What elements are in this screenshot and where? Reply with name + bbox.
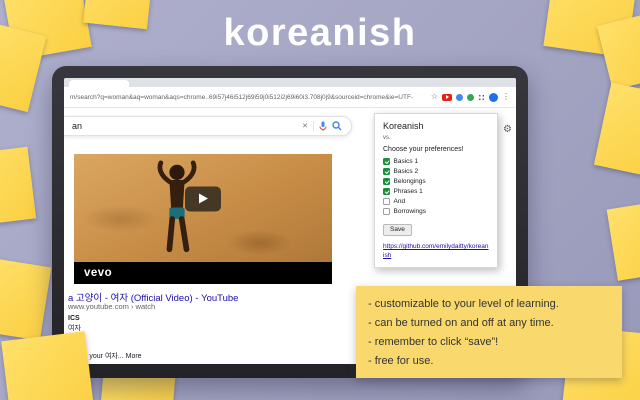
page-title: koreanish: [223, 12, 417, 54]
settings-gear-icon[interactable]: ⚙: [503, 125, 512, 135]
extension-icon-green[interactable]: [467, 93, 474, 101]
search-input[interactable]: an: [66, 121, 297, 131]
clear-search-icon[interactable]: ✕: [302, 123, 308, 130]
option-label: Basics 2: [393, 168, 419, 175]
sticky-note: [0, 146, 37, 226]
option-checkbox-2[interactable]: [383, 178, 390, 185]
snippet-line: ICS: [68, 315, 80, 322]
option-label: Borrowings: [393, 208, 427, 215]
option-label: Phrases 1: [393, 188, 423, 195]
option-label: And: [393, 198, 406, 205]
preference-option: Belongings: [383, 178, 489, 185]
option-checkbox-3[interactable]: [383, 188, 390, 195]
search-icon[interactable]: [332, 121, 342, 131]
preference-option: Basics 1: [383, 158, 489, 165]
preference-option: Borrowings: [383, 208, 489, 215]
extension-icon-blue[interactable]: [456, 93, 463, 101]
play-button-icon[interactable]: [185, 186, 221, 212]
profile-avatar[interactable]: [489, 92, 498, 102]
address-bar[interactable]: m/search?q=woman&aq=woman&aqs=chrome..69…: [70, 94, 427, 101]
option-checkbox-4[interactable]: [383, 198, 390, 205]
feature-line: - can be turned on and off at any time.: [368, 317, 554, 329]
bookmark-star-icon[interactable]: ☆: [431, 93, 438, 101]
google-search-box[interactable]: an ✕: [64, 116, 352, 136]
browser-tabstrip: [64, 78, 516, 87]
extension-popup: Koreanish vs. Choose your preferences! B…: [374, 113, 498, 268]
preference-option: Basics 2: [383, 168, 489, 175]
popup-prompt: Choose your preferences!: [383, 146, 464, 153]
option-checkbox-1[interactable]: [383, 168, 390, 175]
sticky-note: [1, 331, 95, 400]
option-checkbox-0[interactable]: [383, 158, 390, 165]
sticky-note: [606, 201, 640, 281]
popup-title: Koreanish: [383, 121, 424, 131]
video-still: [74, 154, 332, 262]
save-button[interactable]: Save: [383, 223, 412, 236]
result-url: www.youtube.com › watch: [68, 302, 156, 311]
option-label: Belongings: [393, 178, 426, 185]
option-checkbox-5[interactable]: [383, 208, 390, 215]
browser-tab[interactable]: [69, 80, 129, 87]
preference-option: Phrases 1: [383, 188, 489, 195]
mic-icon[interactable]: [319, 121, 327, 132]
apps-grid-icon[interactable]: [478, 93, 485, 101]
browser-menu-icon[interactable]: ⋮: [502, 93, 510, 101]
preference-option: And: [383, 198, 489, 205]
divider: [313, 121, 314, 131]
youtube-extension-icon[interactable]: [442, 93, 452, 101]
popup-version: vs.: [383, 135, 391, 141]
option-label: Basics 1: [393, 158, 419, 165]
vevo-logo: vevo: [84, 267, 113, 279]
github-link[interactable]: https://github.com/emilydaitty/koreanish: [383, 243, 489, 260]
promo-canvas: koreanish m/search?q=woman&aq=woman&aqs=…: [0, 0, 640, 400]
feature-note-card: - customizable to your level of learning…: [356, 286, 622, 378]
sticky-note: [593, 82, 640, 178]
sticky-note: [0, 257, 52, 341]
feature-line: - remember to click “save”!: [368, 336, 499, 348]
feature-line: - customizable to your level of learning…: [368, 298, 559, 310]
feature-line: - free for use.: [368, 355, 434, 367]
browser-toolbar: m/search?q=woman&aq=woman&aqs=chrome..69…: [64, 87, 516, 108]
video-thumbnail[interactable]: vevo: [74, 154, 332, 284]
